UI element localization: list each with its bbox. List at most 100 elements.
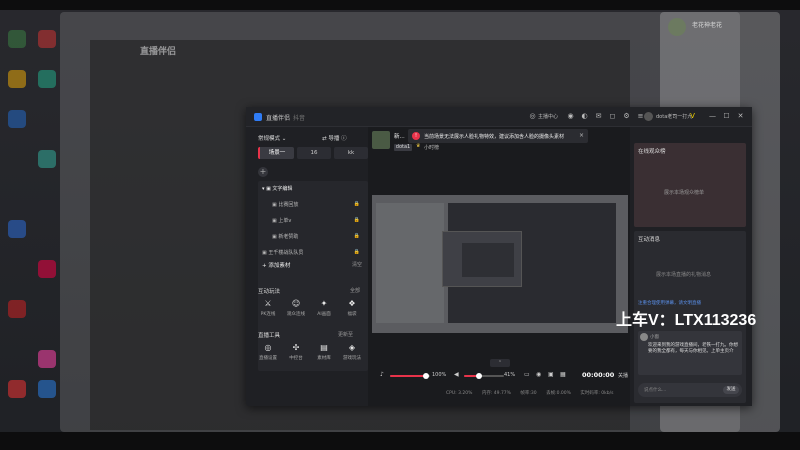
ai-tool[interactable]: ✦ AI画面	[312, 299, 336, 321]
collapse-button[interactable]: ⌃	[490, 359, 510, 367]
close-button[interactable]: ✕	[736, 112, 745, 121]
add-scene-button[interactable]: +	[258, 167, 268, 177]
app-title: 直播伴侣 抖音	[266, 115, 306, 122]
memory-usage: 内存: 49.77%	[481, 391, 511, 396]
pk-tool[interactable]: ⚔ PK连线	[256, 299, 280, 321]
scene-tab[interactable]: kk	[334, 147, 368, 159]
app-logo-icon	[254, 113, 262, 121]
background-chat-name: 老花神老花	[692, 22, 723, 29]
title-bar: 直播伴侣 抖音 ◎ 主播中心 ◉ ◐ ✉ ◻ ⚙ ≡ dota老司一打九 V — …	[246, 107, 752, 127]
warning-icon: !	[412, 132, 420, 140]
welcome-name: 小窗	[650, 335, 659, 340]
desktop-icon[interactable]	[38, 260, 56, 278]
record-icon[interactable]: ◉	[536, 371, 541, 378]
user-avatar[interactable]	[644, 112, 653, 121]
username[interactable]: dota老司一打九	[656, 113, 692, 120]
interact-more-link[interactable]: 全部	[350, 287, 360, 294]
guide-button[interactable]: ⇄ 导播 ⓘ	[322, 134, 347, 142]
source-item[interactable]: ▣ 王千楼战队队员	[262, 249, 303, 259]
gamepad-icon: ◈	[348, 343, 356, 352]
source-item[interactable]: ▣ 上单v	[272, 217, 291, 227]
chat-empty: 展示本场直播的礼物消息	[656, 272, 712, 278]
control-center-tool[interactable]: ✣ 中控台	[284, 343, 308, 365]
end-live-button[interactable]: 关播	[618, 372, 628, 379]
scene-tab[interactable]: 16	[297, 147, 331, 159]
lucky-bag-tool[interactable]: ❖ 福袋	[340, 299, 364, 321]
mic-volume-slider[interactable]	[390, 373, 430, 379]
stream-preview[interactable]	[372, 195, 628, 333]
toggle-icon[interactable]: ◐	[580, 112, 589, 121]
source-group[interactable]: ▾ ▣ 文字编辑	[262, 185, 292, 195]
desktop-icon[interactable]	[38, 30, 56, 48]
shield-icon[interactable]: ◎	[528, 112, 537, 121]
preview-desktop	[376, 203, 444, 323]
message-icon[interactable]: ✉	[594, 112, 603, 121]
desktop-icon[interactable]	[38, 380, 56, 398]
source-item[interactable]: ▣ 比赛回放	[272, 201, 298, 211]
record-icon[interactable]: ◉	[566, 112, 575, 121]
mic-icon[interactable]: ♪	[380, 371, 384, 378]
chat-input[interactable]	[644, 386, 714, 394]
verified-icon: V	[690, 112, 695, 120]
online-board-empty: 展示本场观众榜单	[664, 190, 705, 196]
scene-tab[interactable]: 场景一	[258, 147, 294, 159]
mode-selector[interactable]: 常规模式 ⌄	[258, 134, 286, 142]
slider-knob[interactable]	[476, 373, 482, 379]
settings-icon[interactable]: ⚙	[622, 112, 631, 121]
hour-rank[interactable]: 小时榜	[424, 144, 439, 151]
desktop-icon[interactable]	[38, 350, 56, 368]
left-panel: 常规模式 ⌄ ⇄ 导播 ⓘ 场景一 16 kk + ▾ ▣ 文字编辑 ▣ 比赛回…	[252, 129, 368, 404]
live-center-link[interactable]: 主播中心	[538, 113, 558, 120]
maximize-button[interactable]: ☐	[722, 112, 731, 121]
right-panel: 在线观众榜 展示本场观众榜单 互动消息 展示本场直播的礼物消息 注重合理使用弹幕…	[630, 127, 752, 406]
stream-title[interactable]: 新...	[394, 132, 405, 140]
game-play-tool[interactable]: ◈ 游戏玩法	[340, 343, 364, 365]
alert-text: 当前场景无法展示人脸礼物特效，建议添加含人脸的摄像头素材	[424, 134, 565, 140]
desktop-icon[interactable]	[8, 30, 26, 48]
source-item[interactable]: ▣ 新老赞助	[272, 233, 298, 243]
add-source-bar: + 添加素材 清空	[258, 259, 368, 271]
desktop-icon[interactable]	[38, 70, 56, 88]
center-panel: 新... dota1 ♛ 小时榜 ! 当前场景无法展示人脸礼物特效，建议添加含人…	[368, 127, 630, 406]
screen-icon[interactable]: ▭	[524, 371, 530, 378]
clear-button[interactable]: 清空	[352, 261, 362, 268]
layout-icon[interactable]: ▦	[560, 371, 566, 378]
online-board-title: 在线观众榜	[638, 149, 666, 155]
lock-icon[interactable]: 🔒	[354, 233, 360, 239]
alert-close-icon[interactable]: ×	[579, 132, 584, 139]
face-effect-alert: ! 当前场景无法展示人脸礼物特效，建议添加含人脸的摄像头素材 ×	[408, 129, 588, 143]
slider-fill	[390, 375, 426, 377]
minimize-button[interactable]: —	[708, 112, 717, 121]
game-tag[interactable]: dota1	[394, 144, 412, 151]
camera-icon[interactable]: ▣	[548, 371, 554, 378]
desktop-icon[interactable]	[8, 110, 26, 128]
chat-icon[interactable]: ◻	[608, 112, 617, 121]
desktop-icon[interactable]	[8, 380, 26, 398]
lock-icon[interactable]: 🔒	[354, 249, 360, 255]
streamer-avatar[interactable]	[372, 131, 390, 149]
slider-knob[interactable]	[423, 373, 429, 379]
speaker-volume-slider[interactable]	[464, 373, 504, 379]
add-source-button[interactable]: + 添加素材	[262, 261, 290, 269]
speaker-icon[interactable]: ◀	[454, 371, 459, 378]
send-button[interactable]: 发送	[723, 386, 739, 394]
audience-connect-tool[interactable]: ☺ 观众连线	[284, 299, 308, 321]
desktop-icon[interactable]	[8, 70, 26, 88]
frame-rate: 帧率:30	[520, 391, 537, 396]
frame-drop: 丢帧:0.00%	[546, 391, 571, 396]
mic-volume-value: 100%	[432, 372, 447, 378]
live-tools-more[interactable]: 更新至	[338, 331, 353, 338]
desktop-icon[interactable]	[8, 300, 26, 318]
live-settings-tool[interactable]: ◎ 直播设置	[256, 343, 280, 365]
material-library-tool[interactable]: ▤ 素材库	[312, 343, 336, 365]
desktop-icon[interactable]	[8, 220, 26, 238]
lock-icon[interactable]: 🔒	[354, 201, 360, 207]
dashboard-icon: ✣	[292, 343, 300, 352]
background-logo: 直播伴侣	[140, 47, 177, 57]
desktop-icon[interactable]	[38, 150, 56, 168]
speaker-volume-value: 41%	[504, 372, 516, 378]
ai-icon: ✦	[320, 299, 328, 308]
live-timer: 00:00:00	[582, 371, 615, 379]
welcome-text: 欢迎来到我的游戏直播间，老铁一打九。你想要的我全都有，每天与你相见。上单主页介	[648, 343, 738, 354]
lock-icon[interactable]: 🔒	[354, 217, 360, 223]
